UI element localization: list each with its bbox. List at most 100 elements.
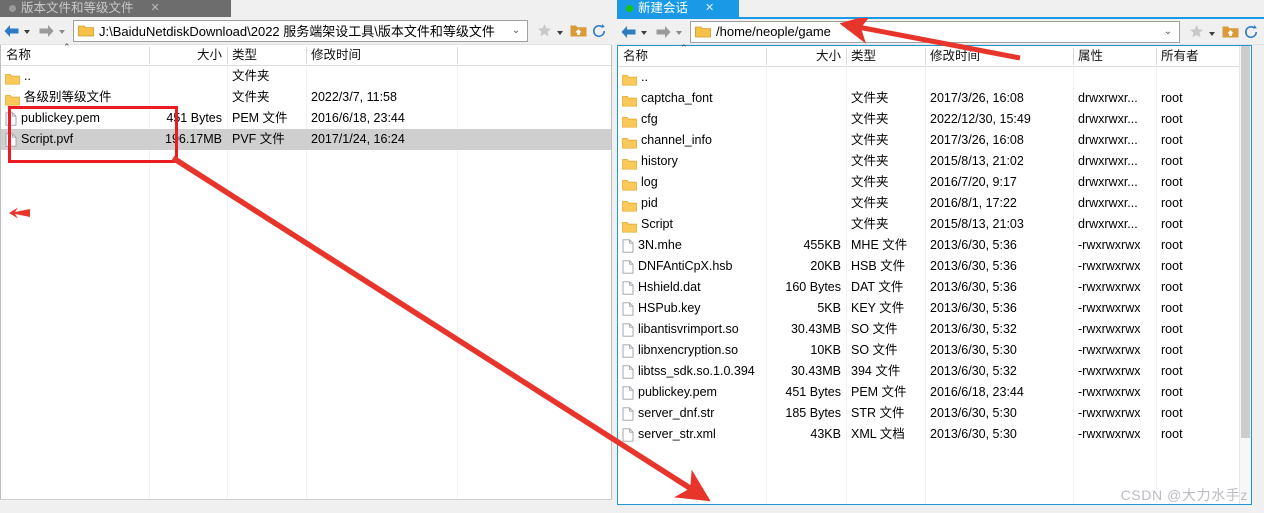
tab-local-files[interactable]: 版本文件和等级文件 ✕ <box>0 0 231 17</box>
cell-owner: root <box>1161 133 1183 147</box>
cell-name: 3N.mhe <box>618 235 766 256</box>
folder-icon <box>622 114 637 128</box>
cell-size: 20KB <box>810 259 841 273</box>
table-row[interactable]: log 文件夹 2016/7/20, 9:17 drwxrwxr... root <box>618 172 1251 193</box>
cell-size: 185 Bytes <box>785 406 841 420</box>
table-row[interactable]: server_dnf.str 185 Bytes STR 文件 2013/6/30, … <box>618 403 1251 424</box>
table-row[interactable]: .. <box>618 67 1251 88</box>
column-header-modified[interactable]: 修改时间 <box>306 45 457 65</box>
column-header-size[interactable]: 大小 <box>766 46 846 66</box>
cell-size <box>766 130 846 151</box>
column-header-modified[interactable]: 修改时间 <box>925 46 1073 66</box>
refresh-icon[interactable] <box>1241 22 1261 42</box>
tab-close-icon[interactable]: ✕ <box>705 3 714 14</box>
table-row[interactable]: Hshield.dat 160 Bytes DAT 文件 2013/6/30, 5:3… <box>618 277 1251 298</box>
cell-name: Script <box>618 214 766 235</box>
cell-name: captcha_font <box>618 88 766 109</box>
cell-type <box>846 67 925 88</box>
column-header-name[interactable]: 名称 <box>1 45 149 65</box>
table-row[interactable]: captcha_font 文件夹 2017/3/26, 16:08 drwxrwxr.… <box>618 88 1251 109</box>
file-icon <box>622 259 634 274</box>
cell-type: 文件夹 <box>851 91 889 105</box>
cell-attributes: -rwxrwxrwx <box>1078 385 1141 399</box>
table-row[interactable]: Script 文件夹 2015/8/13, 21:03 drwxrwxr... root <box>618 214 1251 235</box>
cell-modified: 2022/12/30, 15:49 <box>930 112 1031 126</box>
file-name-label: HSPub.key <box>638 301 701 315</box>
star-icon[interactable] <box>534 21 554 41</box>
cell-modified: 2016/7/20, 9:17 <box>930 175 1017 189</box>
address-chevron-down-icon[interactable]: ⌄ <box>1159 26 1177 37</box>
table-row[interactable]: server_str.xml 43KB XML 文档 2013/6/30, 5:30 -… <box>618 424 1251 445</box>
folder-icon <box>78 24 94 37</box>
file-name-label: publickey.pem <box>638 385 717 399</box>
cell-attributes: drwxrwxr... <box>1078 196 1138 210</box>
back-history-chevron-down-icon[interactable] <box>641 30 647 35</box>
table-row[interactable]: Script.pvf 196.17MB PVF 文件 2017/1/24, 16:24 <box>1 129 611 150</box>
cell-type: MHE 文件 <box>851 238 908 252</box>
column-header-attributes[interactable]: 属性 <box>1073 46 1156 66</box>
table-row[interactable]: publickey.pem 451 Bytes PEM 文件 2016/6/18, 2… <box>1 108 611 129</box>
file-icon <box>622 280 634 295</box>
cell-owner: root <box>1161 322 1183 336</box>
table-row[interactable]: cfg 文件夹 2022/12/30, 15:49 drwxrwxr... root <box>618 109 1251 130</box>
cell-owner: root <box>1161 154 1183 168</box>
left-file-list[interactable]: .. 文件夹 各级别等级文件 文件夹 2022/3/7, 11:58 publickey.… <box>1 66 611 150</box>
back-button[interactable] <box>0 17 35 45</box>
table-row[interactable]: .. 文件夹 <box>1 66 611 87</box>
folder-up-icon[interactable] <box>568 21 588 41</box>
column-header-size[interactable]: 大小 <box>149 45 227 65</box>
cell-name: server_dnf.str <box>618 403 766 424</box>
file-icon <box>5 132 17 147</box>
vertical-scrollbar[interactable] <box>1239 46 1251 504</box>
tab-close-icon[interactable]: ✕ <box>151 3 160 14</box>
column-header-type[interactable]: 类型 <box>227 45 306 65</box>
column-header-owner[interactable]: 所有者 <box>1156 46 1241 66</box>
scrollbar-thumb[interactable] <box>1241 46 1250 438</box>
tab-new-session[interactable]: 新建会话 ✕ <box>617 0 739 17</box>
table-row[interactable]: channel_info 文件夹 2017/3/26, 16:08 drwxrwxr.… <box>618 130 1251 151</box>
bookmark-chevron-down-icon[interactable] <box>1209 31 1215 36</box>
cell-attributes: -rwxrwxrwx <box>1078 427 1141 441</box>
right-address-bar[interactable]: /home/neople/game ⌄ <box>690 20 1180 43</box>
file-icon <box>622 364 634 379</box>
table-row[interactable]: publickey.pem 451 Bytes PEM 文件 2016/6/18, 2… <box>618 382 1251 403</box>
cell-name: pid <box>618 193 766 214</box>
table-row[interactable]: libtss_sdk.so.1.0.394 30.43MB 394 文件 2013/6… <box>618 361 1251 382</box>
table-row[interactable]: libantisvrimport.so 30.43MB SO 文件 2013/6/30… <box>618 319 1251 340</box>
table-row[interactable]: DNFAntiCpX.hsb 20KB HSB 文件 2013/6/30, 5:36 -… <box>618 256 1251 277</box>
forward-button[interactable] <box>652 18 687 46</box>
table-row[interactable]: HSPub.key 5KB KEY 文件 2013/6/30, 5:36 -rwxrwx… <box>618 298 1251 319</box>
column-header-type[interactable]: 类型 <box>846 46 925 66</box>
table-row[interactable]: libnxencryption.so 10KB SO 文件 2013/6/30, 5:… <box>618 340 1251 361</box>
cell-modified: 2016/8/1, 17:22 <box>930 196 1017 210</box>
folder-up-icon[interactable] <box>1220 22 1240 42</box>
cell-type: PEM 文件 <box>232 111 288 125</box>
column-header-name[interactable]: 名称 <box>618 46 766 66</box>
tab-status-dot-icon <box>626 5 633 12</box>
back-button[interactable] <box>617 18 652 46</box>
address-chevron-down-icon[interactable]: ⌄ <box>507 25 525 36</box>
cell-type: 文件夹 <box>851 154 889 168</box>
file-name-label: .. <box>24 69 31 83</box>
cell-name: publickey.pem <box>1 108 149 129</box>
forward-history-chevron-down-icon[interactable] <box>59 29 65 34</box>
star-icon[interactable] <box>1186 22 1206 42</box>
right-file-list[interactable]: .. captcha_font 文件夹 2017/3/26, 16:08 drwxrwx… <box>618 67 1251 445</box>
cell-size <box>766 193 846 214</box>
folder-icon <box>622 72 637 86</box>
cell-size: 451 Bytes <box>166 111 222 125</box>
file-icon <box>622 238 634 253</box>
table-row[interactable]: 3N.mhe 455KB MHE 文件 2013/6/30, 5:36 -rwxrwxr… <box>618 235 1251 256</box>
refresh-icon[interactable] <box>589 21 609 41</box>
table-row[interactable]: pid 文件夹 2016/8/1, 17:22 drwxrwxr... root <box>618 193 1251 214</box>
table-row[interactable]: 各级别等级文件 文件夹 2022/3/7, 11:58 <box>1 87 611 108</box>
forward-button[interactable] <box>35 17 70 45</box>
cell-owner: root <box>1161 217 1183 231</box>
cell-owner: root <box>1161 259 1183 273</box>
bookmark-chevron-down-icon[interactable] <box>557 30 563 35</box>
back-history-chevron-down-icon[interactable] <box>24 29 30 34</box>
table-row[interactable]: history 文件夹 2015/8/13, 21:02 drwxrwxr... roo… <box>618 151 1251 172</box>
folder-icon <box>5 71 20 85</box>
forward-history-chevron-down-icon[interactable] <box>676 30 682 35</box>
left-address-bar[interactable]: J:\BaiduNetdiskDownload\2022 服务端架设工具\版本文… <box>73 19 528 42</box>
